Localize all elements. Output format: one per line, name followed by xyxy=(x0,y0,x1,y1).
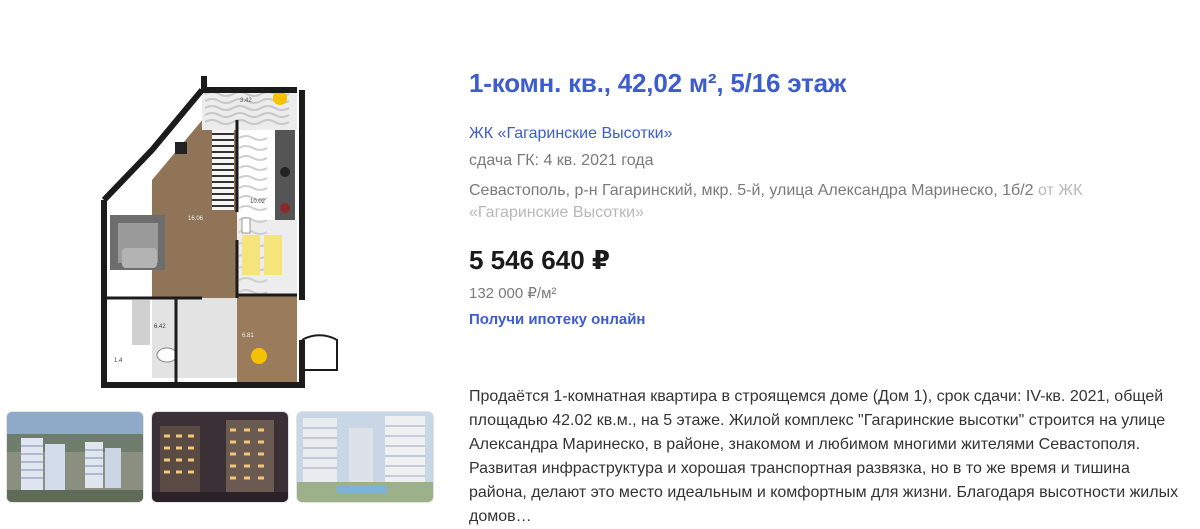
thumbnail-courtyard[interactable] xyxy=(296,411,434,503)
description: Продаётся 1-комнатная квартира в строяще… xyxy=(469,388,1179,525)
listing-title[interactable]: 1-комн. кв., 42,02 м², 5/16 этаж xyxy=(469,68,846,99)
address: Севастополь, р-н Гагаринский, мкр. 5-й, … xyxy=(469,180,1174,224)
mortgage-link[interactable]: Получи ипотеку онлайн xyxy=(469,311,646,328)
room-label-kitchen: 10.02 xyxy=(250,199,266,205)
room-label-living: 16.06 xyxy=(188,216,204,222)
listing-card: 3.42 16.06 10.02 6.42 6.81 1.4 1-комн. к… xyxy=(0,0,1200,525)
price: 5 546 640 ₽ xyxy=(469,245,610,275)
price-per-m2: 132 000 ₽/м² xyxy=(469,285,557,302)
address-text: Севастополь, р-н Гагаринский, мкр. 5-й, … xyxy=(469,182,1034,199)
room-label-balcony: 3.42 xyxy=(240,98,252,104)
room-label-storage: 1.4 xyxy=(114,358,123,364)
complex-link[interactable]: ЖК «Гагаринские Высотки» xyxy=(469,125,673,143)
room-label-bath: 6.42 xyxy=(154,324,166,330)
floorplan-image[interactable]: 3.42 16.06 10.02 6.42 6.81 1.4 xyxy=(92,70,342,388)
handover-date: сдача ГК: 4 кв. 2021 года xyxy=(469,152,654,169)
listing-info: 1-комн. кв., 42,02 м², 5/16 этаж ЖК «Гаг… xyxy=(469,0,1189,525)
gallery: 3.42 16.06 10.02 6.42 6.81 1.4 xyxy=(0,0,440,518)
thumbnail-aerial[interactable] xyxy=(6,411,144,503)
room-label-hall: 6.81 xyxy=(242,333,254,339)
thumbnail-night[interactable] xyxy=(151,411,289,503)
complex-aerial-photo xyxy=(7,412,143,502)
complex-night-photo xyxy=(152,412,288,502)
complex-courtyard-photo xyxy=(297,412,433,502)
